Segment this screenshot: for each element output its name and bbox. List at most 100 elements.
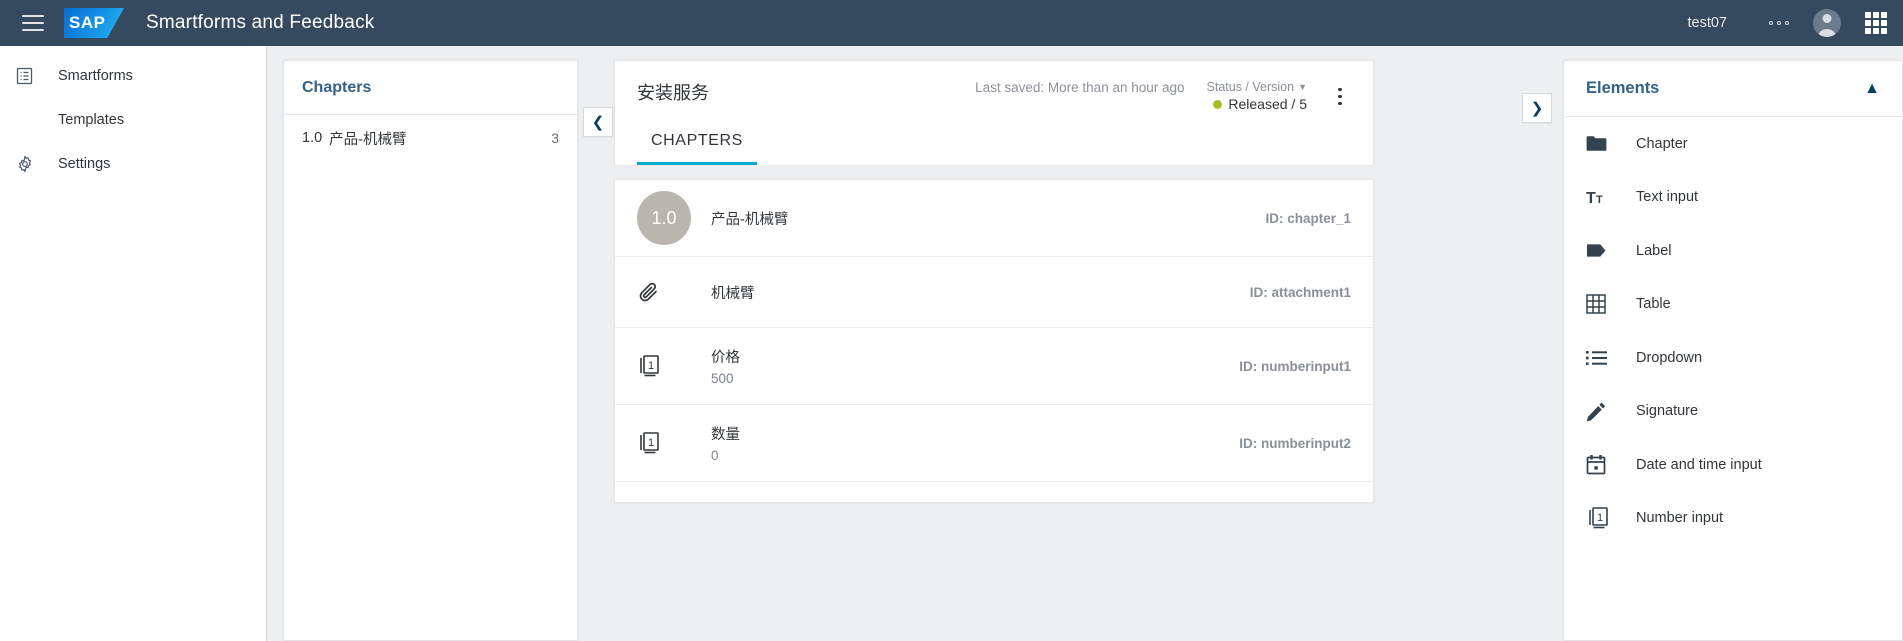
editor-item-label: 机械臂	[711, 285, 755, 302]
status-version-value: Released / 5	[1228, 96, 1307, 112]
element-item-label: Dropdown	[1636, 349, 1703, 366]
element-item-table[interactable]: Table	[1564, 278, 1902, 332]
editor-item-id: ID: numberinput2	[1239, 435, 1351, 451]
shell-bar: SAP Smartforms and Feedback test07	[0, 0, 1903, 46]
element-item-date-time-input[interactable]: Date and time input	[1564, 438, 1902, 492]
element-item-label: Signature	[1636, 403, 1699, 420]
status-version-label-row[interactable]: Status / Version ▼	[1207, 80, 1307, 94]
chevron-down-icon: ▼	[1298, 82, 1307, 92]
editor-header: 安装服务 Last saved: More than an hour ago S…	[614, 60, 1374, 165]
elements-card: Elements ▲ Chapter T T Text input Label …	[1563, 60, 1903, 641]
editor-panel: ❮ 安装服务 Last saved: More than an hour ago…	[583, 46, 1563, 641]
svg-text:1: 1	[648, 360, 654, 372]
status-version-value-row: Released / 5	[1207, 96, 1307, 112]
editor-item-label: 产品-机械臂	[711, 211, 789, 228]
editor-item-main: 机械臂	[691, 282, 1234, 303]
chapters-title: Chapters	[302, 78, 372, 96]
editor-header-top: 安装服务 Last saved: More than an hour ago S…	[637, 75, 1351, 112]
editor-item-main: 数量 0	[691, 423, 1223, 463]
editor-item-label: 数量	[711, 427, 740, 443]
element-item-label: Number input	[1636, 510, 1724, 527]
chapters-card: Chapters 1.0 产品-机械臂 3	[283, 60, 578, 641]
editor-item-label: 价格	[711, 350, 740, 366]
editor-tabs: CHAPTERS	[637, 126, 1351, 165]
left-navigation: Smartforms Templates Settings	[0, 46, 267, 641]
svg-text:1: 1	[648, 437, 654, 449]
element-item-chapter[interactable]: Chapter	[1564, 117, 1902, 171]
editor-content: 安装服务 Last saved: More than an hour ago S…	[614, 60, 1374, 503]
last-saved-text: Last saved: More than an hour ago	[975, 80, 1185, 95]
editor-item-main: 产品-机械臂	[691, 208, 1249, 229]
element-item-text-input[interactable]: T T Text input	[1564, 171, 1902, 225]
number-input-icon: 1	[637, 430, 691, 456]
paperclip-icon	[637, 280, 691, 304]
chevron-up-icon[interactable]: ▲	[1864, 80, 1880, 98]
hamburger-menu-icon[interactable]	[16, 6, 50, 40]
chapter-circle-icon: 1.0	[637, 191, 691, 245]
chapters-panel: Chapters 1.0 产品-机械臂 3	[267, 46, 578, 641]
element-item-signature[interactable]: Signature	[1564, 385, 1902, 439]
calendar-icon	[1586, 454, 1626, 475]
editor-list-item[interactable]: 1.0 产品-机械臂 ID: chapter_1	[615, 180, 1373, 257]
user-name[interactable]: test07	[1688, 15, 1728, 31]
sidebar-item-label: Smartforms	[58, 68, 133, 84]
list-bottom-spacer	[615, 482, 1373, 502]
editor-list-item[interactable]: 1 价格 500 ID: numberinput1	[615, 328, 1373, 405]
table-grid-icon	[1586, 294, 1626, 314]
editor-item-value: 0	[711, 448, 719, 463]
editor-header-meta: Last saved: More than an hour ago Status…	[975, 75, 1351, 112]
chapters-list-item[interactable]: 1.0 产品-机械臂 3	[284, 115, 577, 161]
editor-item-value: 500	[711, 371, 734, 386]
collapse-left-panel-button[interactable]: ❮	[583, 107, 613, 137]
expand-right-panel-button[interactable]: ❯	[1522, 93, 1552, 123]
element-item-label[interactable]: Label	[1564, 224, 1902, 278]
shell-bar-right: test07	[1688, 3, 1888, 43]
app-title: Smartforms and Feedback	[146, 12, 375, 33]
elements-title: Elements	[1586, 79, 1660, 97]
user-avatar-icon[interactable]	[1813, 9, 1841, 37]
sidebar-item-label: Templates	[58, 112, 125, 128]
number-input-icon: 1	[637, 353, 691, 379]
editor-item-id: ID: attachment1	[1249, 284, 1351, 300]
app-grid-icon[interactable]	[1865, 12, 1887, 34]
number-input-icon: 1	[1586, 505, 1626, 531]
sidebar-item-label: Settings	[58, 156, 111, 172]
pencil-icon	[1586, 401, 1626, 422]
editor-item-main: 价格 500	[691, 346, 1223, 386]
tab-chapters[interactable]: CHAPTERS	[637, 126, 757, 165]
sap-logo-text: SAP	[69, 13, 106, 32]
element-item-label: Date and time input	[1636, 456, 1762, 473]
chapter-name: 产品-机械臂	[329, 131, 407, 148]
text-input-icon: T T	[1586, 188, 1626, 207]
chevron-right-icon: ❯	[1530, 100, 1544, 117]
page-body: Smartforms Templates Settings Chapters 1…	[0, 46, 1903, 641]
elements-panel: ❯ Elements ▲ Chapter T T Text input Labe…	[1522, 46, 1903, 641]
editor-item-id: ID: numberinput1	[1239, 358, 1351, 374]
folder-icon	[1586, 135, 1626, 152]
svg-text:1: 1	[1597, 512, 1603, 524]
form-list-icon	[16, 67, 42, 85]
tag-label-icon	[1586, 243, 1626, 258]
application-root: SAP Smartforms and Feedback test07 Smart…	[0, 0, 1903, 641]
editor-list-item[interactable]: 1 数量 0 ID: numberinput2	[615, 405, 1373, 482]
sidebar-item-templates[interactable]: Templates	[0, 98, 266, 142]
status-version-label: Status / Version	[1206, 80, 1295, 94]
svg-text:T: T	[1586, 190, 1596, 207]
chapter-index: 1.0	[302, 130, 323, 146]
element-item-label: Chapter	[1636, 135, 1688, 152]
chevron-left-icon: ❮	[591, 114, 605, 131]
status-version-block[interactable]: Status / Version ▼ Released / 5	[1207, 80, 1307, 112]
more-horizontal-icon[interactable]	[1759, 3, 1799, 43]
editor-item-id: ID: chapter_1	[1265, 210, 1351, 226]
editor-elements-list: 1.0 产品-机械臂 ID: chapter_1 机械臂 ID: attachm…	[614, 179, 1374, 503]
element-item-number-input[interactable]: 1 Number input	[1564, 492, 1902, 546]
sidebar-item-settings[interactable]: Settings	[0, 142, 266, 186]
more-vertical-icon[interactable]	[1329, 80, 1351, 110]
sidebar-item-smartforms[interactable]: Smartforms	[0, 54, 266, 98]
element-item-dropdown[interactable]: Dropdown	[1564, 331, 1902, 385]
svg-text:T: T	[1596, 194, 1603, 206]
chapters-header: Chapters	[284, 61, 577, 115]
element-item-label: Label	[1636, 242, 1672, 259]
element-item-label: Text input	[1636, 189, 1699, 206]
editor-list-item[interactable]: 机械臂 ID: attachment1	[615, 257, 1373, 328]
